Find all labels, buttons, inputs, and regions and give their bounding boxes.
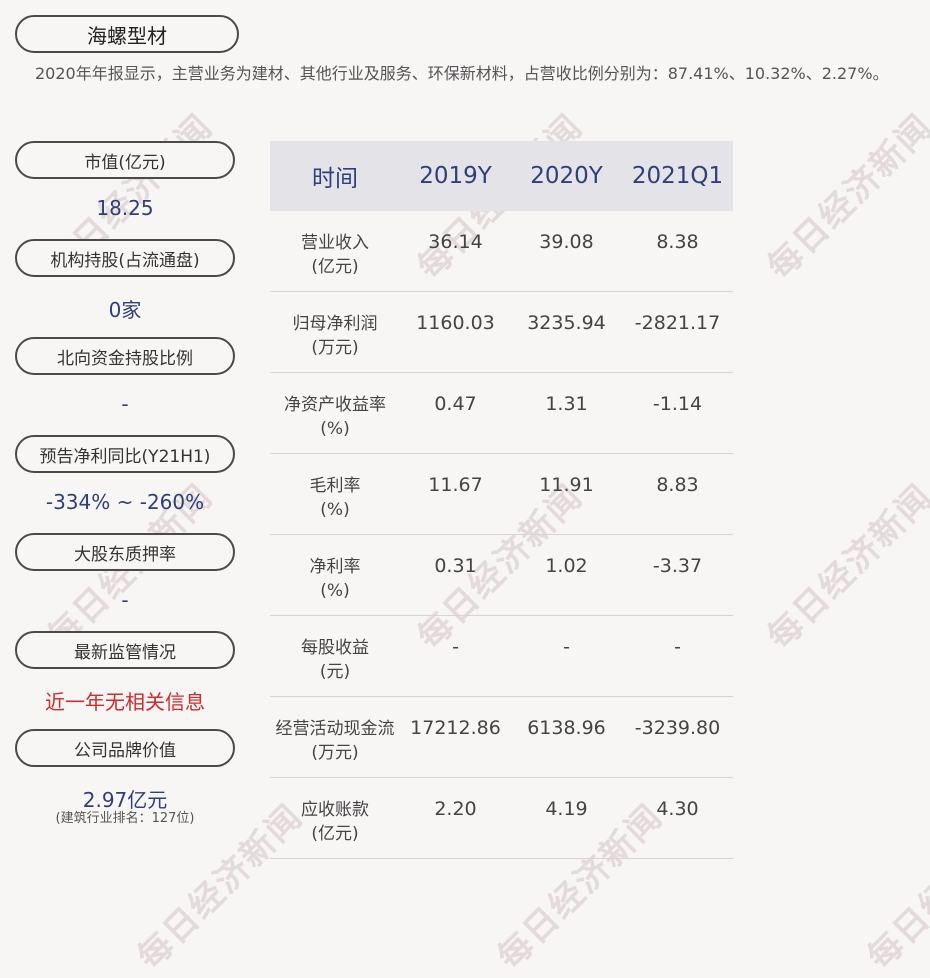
pledge-ratio-label: 大股东质押率 — [15, 533, 235, 571]
header-2019: 2019Y — [419, 163, 492, 189]
row-label-unit: (%) — [320, 581, 350, 601]
row-label-unit: (%) — [320, 500, 350, 520]
cell-2020: 3235.94 — [527, 312, 606, 334]
market-cap-label: 市值(亿元) — [15, 141, 235, 179]
cell-2020: 1.02 — [545, 555, 588, 577]
row-label-name: 每股收益 — [301, 638, 369, 658]
table-header: 时间 2019Y 2020Y 2021Q1 — [270, 141, 733, 211]
row-label: 净资产收益率 (%) — [270, 373, 400, 453]
watermark: 每日经济新闻 — [759, 106, 930, 288]
row-label-name: 应收账款 — [301, 800, 369, 820]
cell-2019: 17212.86 — [410, 717, 501, 739]
row-label-unit: (元) — [319, 662, 351, 682]
row-label-name: 净利率 — [309, 557, 361, 577]
cell-2021q1: 8.38 — [656, 231, 699, 253]
row-label-unit: (亿元) — [311, 824, 359, 844]
row-label: 毛利率 (%) — [270, 454, 400, 534]
cell-2019: - — [452, 636, 459, 658]
cell-2020: - — [563, 636, 570, 658]
row-label-unit: (万元) — [311, 743, 359, 763]
row-label-unit: (万元) — [311, 338, 359, 358]
header-2021q1: 2021Q1 — [631, 163, 724, 189]
cell-2021q1: -1.14 — [652, 393, 703, 415]
cell-2021q1: -2821.17 — [634, 312, 721, 334]
market-cap-value: 18.25 — [96, 196, 154, 220]
table-row: 毛利率 (%) 11.67 11.91 8.83 — [270, 454, 733, 535]
watermark: 每日经济新闻 — [759, 476, 930, 658]
row-label: 每股收益 (元) — [270, 616, 400, 696]
business-summary: 2020年年报显示，主营业务为建材、其他行业及服务、环保新材料，占营收比例分别为… — [35, 64, 889, 83]
row-label: 营业收入 (亿元) — [270, 211, 400, 291]
cell-2019: 0.47 — [434, 393, 477, 415]
watermark: 每日经济新闻 — [859, 796, 930, 978]
cell-2021q1: -3239.80 — [634, 717, 721, 739]
cell-2019: 2.20 — [434, 798, 477, 820]
table-row: 每股收益 (元) - - - — [270, 616, 733, 697]
header-2020: 2020Y — [530, 163, 603, 189]
table-row: 经营活动现金流 (万元) 17212.86 6138.96 -3239.80 — [270, 697, 733, 778]
cell-2019: 0.31 — [434, 555, 477, 577]
row-label: 净利率 (%) — [270, 535, 400, 615]
row-label: 应收账款 (亿元) — [270, 778, 400, 858]
cell-2020: 4.19 — [545, 798, 588, 820]
institution-holding-label: 机构持股(占流通盘) — [15, 239, 235, 277]
row-label: 归母净利润 (万元) — [270, 292, 400, 372]
profit-forecast-value: -334% ~ -260% — [45, 490, 205, 514]
cell-2021q1: -3.37 — [652, 555, 703, 577]
brand-rank-note: (建筑行业排名：127位) — [55, 811, 195, 826]
row-label-name: 营业收入 — [301, 233, 369, 253]
profit-forecast-label: 预告净利同比(Y21H1) — [15, 435, 235, 473]
cell-2020: 1.31 — [545, 393, 588, 415]
northbound-ratio-label: 北向资金持股比例 — [15, 337, 235, 375]
table-row: 净利率 (%) 0.31 1.02 -3.37 — [270, 535, 733, 616]
table-row: 营业收入 (亿元) 36.14 39.08 8.38 — [270, 211, 733, 292]
row-label: 经营活动现金流 (万元) — [270, 697, 400, 777]
table-row: 归母净利润 (万元) 1160.03 3235.94 -2821.17 — [270, 292, 733, 373]
row-label-name: 归母净利润 — [292, 314, 378, 334]
cell-2021q1: 4.30 — [656, 798, 699, 820]
brand-value-label: 公司品牌价值 — [15, 729, 235, 767]
regulation-value: 近一年无相关信息 — [45, 690, 205, 714]
table-row: 应收账款 (亿元) 2.20 4.19 4.30 — [270, 778, 733, 859]
row-label-name: 经营活动现金流 — [275, 719, 395, 739]
cell-2019: 1160.03 — [416, 312, 495, 334]
header-time: 时间 — [312, 166, 358, 192]
pledge-ratio-value: - — [121, 588, 129, 612]
row-label-name: 净资产收益率 — [284, 395, 386, 415]
table-row: 净资产收益率 (%) 0.47 1.31 -1.14 — [270, 373, 733, 454]
cell-2021q1: 8.83 — [656, 474, 699, 496]
northbound-ratio-value: - — [121, 392, 129, 416]
row-label-unit: (%) — [320, 419, 350, 439]
company-name: 海螺型材 — [15, 15, 239, 53]
cell-2021q1: - — [674, 636, 681, 658]
row-label-unit: (亿元) — [311, 257, 359, 277]
institution-holding-value: 0家 — [108, 298, 142, 322]
financial-table: 时间 2019Y 2020Y 2021Q1 营业收入 (亿元) 36.14 39… — [270, 141, 733, 859]
cell-2020: 39.08 — [539, 231, 594, 253]
cell-2020: 11.91 — [539, 474, 594, 496]
cell-2019: 11.67 — [428, 474, 483, 496]
cell-2019: 36.14 — [428, 231, 483, 253]
regulation-label: 最新监管情况 — [15, 631, 235, 669]
row-label-name: 毛利率 — [309, 476, 361, 496]
cell-2020: 6138.96 — [527, 717, 606, 739]
